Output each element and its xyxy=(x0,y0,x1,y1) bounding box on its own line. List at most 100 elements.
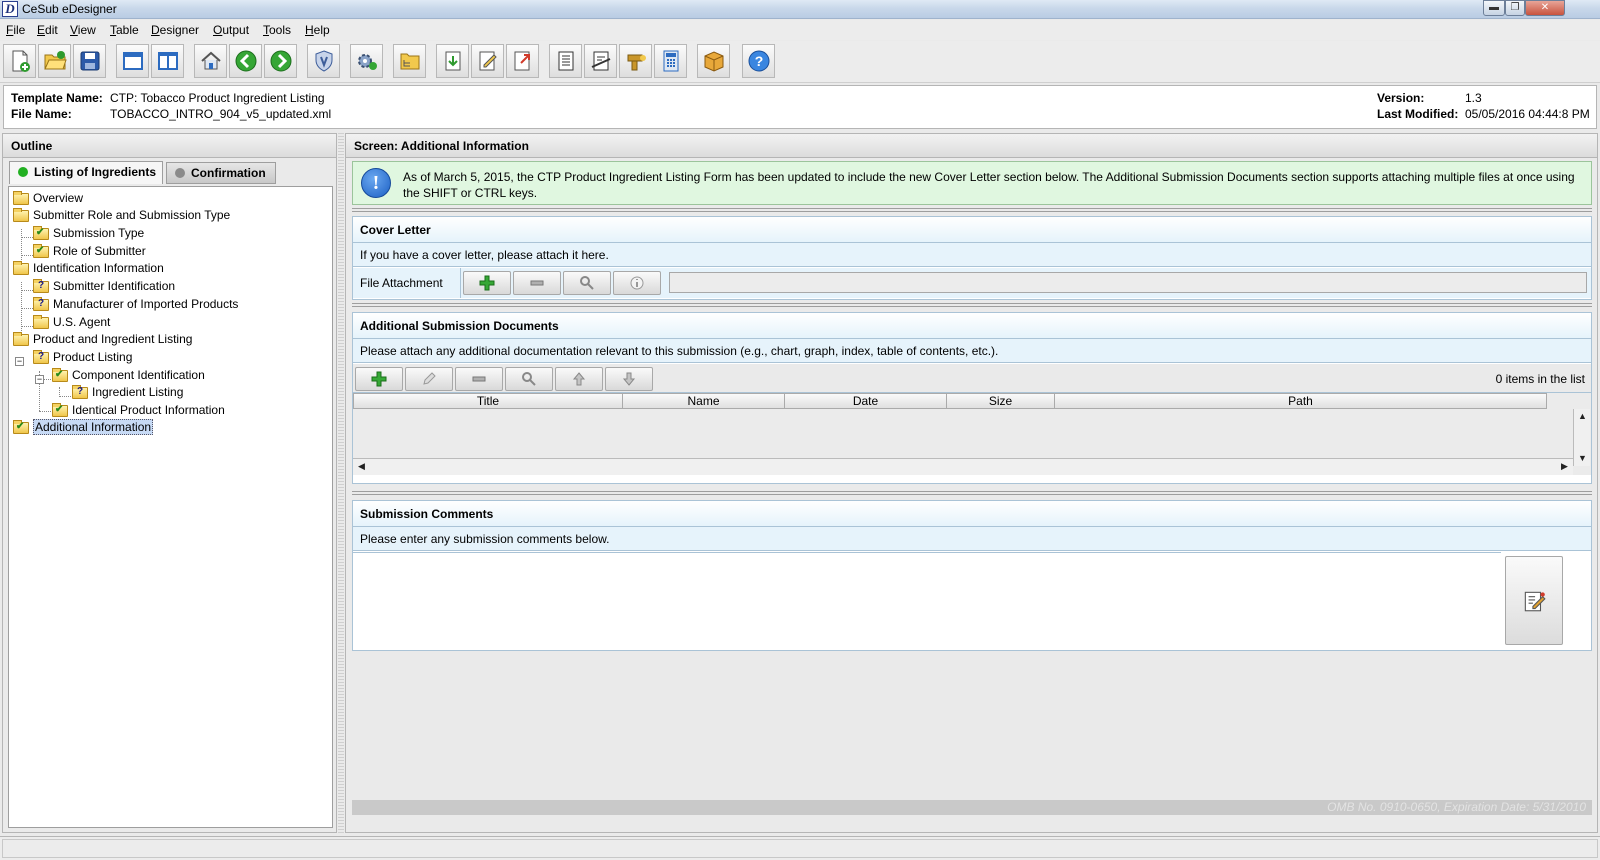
help-button[interactable]: ? xyxy=(742,44,775,78)
tree-item-overview[interactable]: Overview xyxy=(13,189,83,206)
column-header-title[interactable]: Title xyxy=(353,393,623,409)
section-divider xyxy=(352,208,1592,212)
column-header-path[interactable]: Path xyxy=(1054,393,1547,409)
import-icon xyxy=(445,51,460,71)
menu-output[interactable]: Output xyxy=(213,23,249,37)
import-button[interactable] xyxy=(436,44,469,78)
minus-icon xyxy=(472,376,486,382)
template-name-value: CTP: Tobacco Product Ingredient Listing xyxy=(110,91,325,105)
tree-item-submission-type[interactable]: ✔ Submission Type xyxy=(33,224,144,241)
move-up-button[interactable] xyxy=(555,367,603,391)
shield-icon xyxy=(315,50,332,72)
version-value: 1.3 xyxy=(1465,91,1482,105)
menu-tools[interactable]: Tools xyxy=(263,23,291,37)
minus-icon xyxy=(530,280,544,286)
column-header-name[interactable]: Name xyxy=(622,393,785,409)
notice-text: As of March 5, 2015, the CTP Product Ing… xyxy=(403,170,1575,200)
menu-help[interactable]: Help xyxy=(305,23,330,37)
folder-question-icon: ? xyxy=(33,349,50,364)
tree-item-identical-product[interactable]: ✔ Identical Product Information xyxy=(52,401,225,418)
submission-comments-section: Submission Comments Please enter any sub… xyxy=(352,500,1592,651)
remove-attachment-button[interactable] xyxy=(513,271,561,295)
edit-document-button[interactable] xyxy=(471,44,504,78)
menu-file[interactable]: File xyxy=(6,23,25,37)
collapse-toggle-icon[interactable]: − xyxy=(35,375,44,384)
menu-designer[interactable]: Designer xyxy=(151,23,199,37)
magnifier-icon xyxy=(522,372,536,386)
move-down-button[interactable] xyxy=(605,367,653,391)
forward-button[interactable] xyxy=(264,44,297,78)
tree-item-additional-information[interactable]: ✔ Additional Information xyxy=(13,418,154,435)
attachment-info-button[interactable] xyxy=(613,271,661,295)
export-icon xyxy=(514,51,530,71)
menu-table[interactable]: Table xyxy=(110,23,139,37)
scroll-down-icon[interactable]: ▼ xyxy=(1575,451,1590,466)
split-view-button[interactable] xyxy=(151,44,184,78)
maximize-button[interactable]: ❐ xyxy=(1505,0,1525,16)
settings-button[interactable] xyxy=(350,44,383,78)
collapse-toggle-icon[interactable]: − xyxy=(15,357,24,366)
folder-icon xyxy=(13,331,30,346)
horizontal-scrollbar[interactable]: ◀ ▶ xyxy=(353,458,1573,475)
tree-item-manufacturer[interactable]: ? Manufacturer of Imported Products xyxy=(33,295,238,312)
cover-letter-section: Cover Letter If you have a cover letter,… xyxy=(352,216,1592,300)
section-divider xyxy=(352,491,1592,495)
column-header-size[interactable]: Size xyxy=(946,393,1055,409)
tree-item-submitter-role[interactable]: Submitter Role and Submission Type xyxy=(13,206,230,223)
comments-textarea[interactable] xyxy=(353,552,1501,647)
tree-item-ingredient-listing[interactable]: ? Ingredient Listing xyxy=(72,383,183,400)
layout-button[interactable] xyxy=(584,44,617,78)
folder-question-icon: ? xyxy=(33,278,50,293)
tab-listing-of-ingredients[interactable]: Listing of Ingredients xyxy=(9,161,163,184)
edit-document-row-button[interactable] xyxy=(405,367,453,391)
tree-item-product-ingredient-listing[interactable]: Product and Ingredient Listing xyxy=(13,330,192,347)
tab-confirmation[interactable]: Confirmation xyxy=(166,162,276,184)
validate-button[interactable] xyxy=(307,44,340,78)
panel-splitter[interactable] xyxy=(338,133,344,833)
folder-tree-button[interactable] xyxy=(393,44,426,78)
save-icon xyxy=(80,51,99,71)
scroll-left-icon[interactable]: ◀ xyxy=(354,459,369,474)
column-header-date[interactable]: Date xyxy=(784,393,947,409)
remove-document-button[interactable] xyxy=(455,367,503,391)
home-button[interactable] xyxy=(194,44,227,78)
vertical-scrollbar[interactable]: ▲ ▼ xyxy=(1573,409,1590,466)
add-attachment-button[interactable] xyxy=(463,271,511,295)
menu-view[interactable]: View xyxy=(70,23,96,37)
view-document-button[interactable] xyxy=(505,367,553,391)
cover-letter-title: Cover Letter xyxy=(353,217,1591,243)
add-document-button[interactable] xyxy=(355,367,403,391)
close-button[interactable]: ✕ xyxy=(1525,0,1565,16)
tools-button[interactable] xyxy=(619,44,652,78)
info-notice: ! As of March 5, 2015, the CTP Product I… xyxy=(352,161,1592,205)
additional-docs-desc: Please attach any additional documentati… xyxy=(353,339,1591,363)
new-document-button[interactable] xyxy=(3,44,36,78)
tree-item-us-agent[interactable]: U.S. Agent xyxy=(33,313,110,330)
menu-edit[interactable]: Edit xyxy=(37,23,58,37)
calculator-button[interactable] xyxy=(654,44,687,78)
tree-item-submitter-identification[interactable]: ? Submitter Identification xyxy=(33,277,175,294)
package-button[interactable] xyxy=(697,44,730,78)
view-attachment-button[interactable] xyxy=(563,271,611,295)
tree-item-product-listing[interactable]: ? Product Listing xyxy=(33,348,132,365)
open-button[interactable] xyxy=(38,44,71,78)
scroll-up-icon[interactable]: ▲ xyxy=(1575,409,1590,424)
menu-bar: File Edit View Table Designer Output Too… xyxy=(0,20,1600,40)
save-button[interactable] xyxy=(73,44,106,78)
magnifier-icon xyxy=(580,276,594,290)
file-attachment-field[interactable] xyxy=(669,272,1587,293)
folder-check-icon: ✔ xyxy=(33,225,50,240)
tree-item-identification-information[interactable]: Identification Information xyxy=(13,259,164,276)
tree-item-role-of-submitter[interactable]: ✔ Role of Submitter xyxy=(33,242,146,259)
pencil-icon xyxy=(423,372,436,385)
report-button[interactable] xyxy=(549,44,582,78)
back-button[interactable] xyxy=(229,44,262,78)
tab-label: Listing of Ingredients xyxy=(34,165,156,179)
minimize-button[interactable]: ▬ xyxy=(1483,0,1505,16)
tree-item-component-identification[interactable]: ✔ Component Identification xyxy=(52,366,205,383)
window-button[interactable] xyxy=(116,44,149,78)
info-icon: ! xyxy=(361,168,391,198)
scroll-right-icon[interactable]: ▶ xyxy=(1557,459,1572,474)
edit-comments-button[interactable] xyxy=(1505,556,1563,645)
export-button[interactable] xyxy=(506,44,539,78)
